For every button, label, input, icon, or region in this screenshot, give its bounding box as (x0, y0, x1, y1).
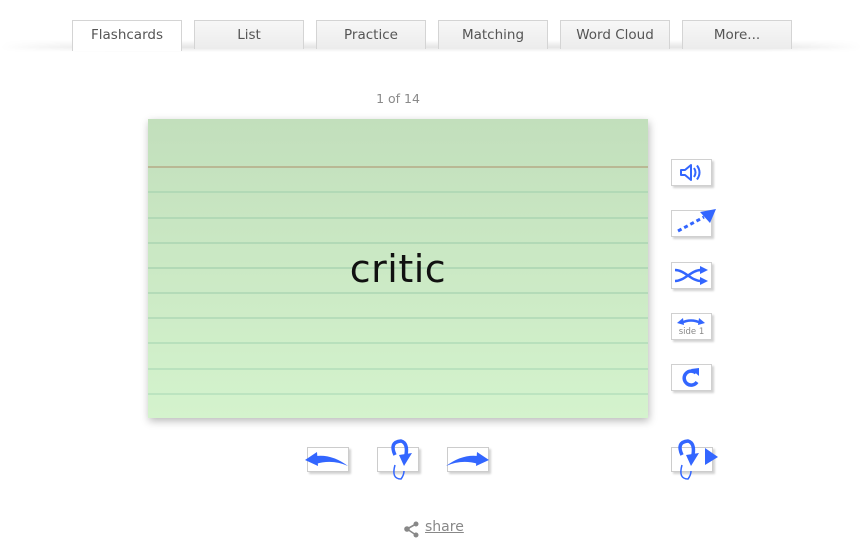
refresh-icon (682, 368, 699, 387)
tab-list[interactable]: List (194, 20, 304, 49)
card-word: critic (349, 247, 447, 291)
card-rule-line (148, 368, 648, 370)
side-label: side 1 (678, 327, 705, 337)
tab-flashcards[interactable]: Flashcards (72, 20, 182, 51)
switch-side-button[interactable]: side 1 (671, 313, 712, 340)
card-rule-line (148, 242, 648, 244)
card-rule-line (148, 292, 648, 294)
auto-play-button[interactable] (671, 209, 716, 237)
card-rule-line (148, 393, 648, 395)
card-margin-line (148, 166, 648, 168)
dotted-arrow-icon (677, 209, 716, 233)
arrow-left-icon (305, 452, 348, 466)
share-label[interactable]: share (425, 519, 464, 535)
card-counter: 1 of 14 (376, 91, 420, 106)
speaker-icon (680, 164, 701, 181)
arrow-right-icon (446, 452, 489, 466)
shuffle-icon (674, 266, 708, 285)
flip-and-next-button[interactable] (671, 439, 718, 480)
flip-button[interactable] (377, 439, 419, 480)
double-arrow-icon (677, 318, 705, 325)
share-icon (404, 521, 419, 538)
tab-practice[interactable]: Practice (316, 20, 426, 49)
card-rule-line (148, 191, 648, 193)
card-rule-line (148, 217, 648, 219)
tab-bar: Flashcards List Practice Matching Word C… (0, 0, 862, 52)
flashcard[interactable]: critic (148, 119, 648, 418)
shuffle-button[interactable] (671, 262, 712, 289)
card-rule-line (148, 342, 648, 344)
flip-icon (391, 439, 412, 480)
next-button[interactable] (446, 447, 489, 472)
tab-matching[interactable]: Matching (438, 20, 548, 49)
restart-button[interactable] (671, 364, 712, 391)
card-rule-line (148, 317, 648, 319)
tab-word-cloud[interactable]: Word Cloud (560, 20, 670, 49)
previous-button[interactable] (305, 447, 349, 472)
flip-next-icon (678, 439, 718, 480)
speak-button[interactable] (671, 159, 712, 186)
tab-more[interactable]: More... (682, 20, 792, 49)
